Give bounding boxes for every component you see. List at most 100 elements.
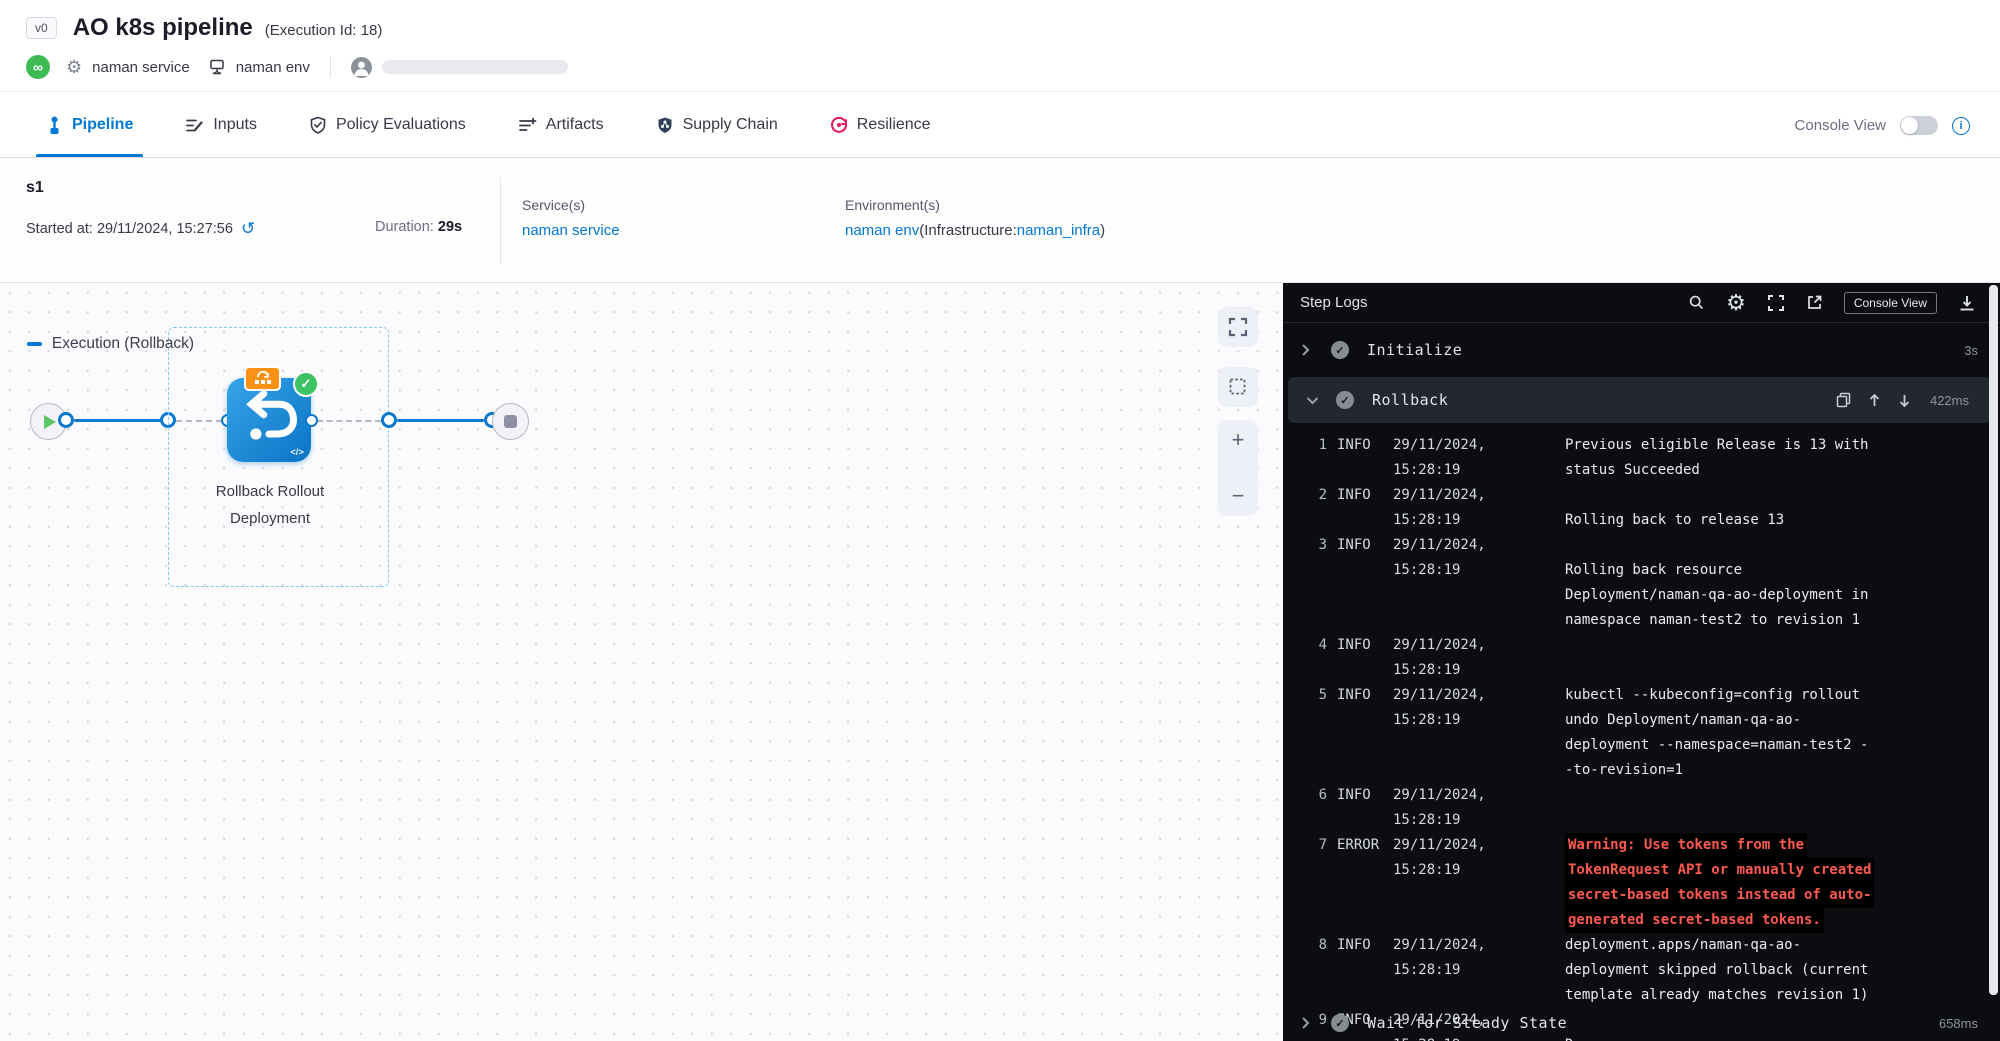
port [58,412,74,428]
log-entry: 8INFO29/11/2024, 15:28:19deployment.apps… [1283,933,1983,1008]
tab-label: Policy Evaluations [336,116,466,134]
tab-supply-chain[interactable]: Supply Chain [650,93,784,157]
log-entry: 2INFO29/11/2024, 15:28:19 Rolling back t… [1283,483,1983,533]
scroll-up-icon[interactable] [1868,393,1881,408]
console-view-button[interactable]: Console View [1844,292,1937,314]
tab-inputs[interactable]: Inputs [179,93,263,157]
gear-icon: ⚙ [66,57,82,78]
zoom-in-button[interactable]: + [1232,430,1245,450]
marquee-select-button[interactable] [1218,367,1258,407]
tab-label: Resilience [857,116,931,134]
user-avatar [351,57,372,78]
version-badge: v0 [26,17,57,39]
pipeline-icon [46,116,63,135]
edge-dashed [176,420,222,422]
step-name: Initialize [1367,341,1462,359]
header-title-row: v0 AO k8s pipeline (Execution Id: 18) [26,10,382,46]
services-block: Service(s) naman service [522,197,620,239]
step-logs-title: Step Logs [1300,294,1368,311]
chevron-down-icon[interactable] [1306,396,1320,405]
log-entry: 3INFO29/11/2024, 15:28:19 Rolling back r… [1283,533,1983,633]
chevron-right-icon[interactable] [1301,343,1315,357]
header-env-name[interactable]: naman env [236,59,310,76]
environment-link[interactable]: naman env(Infrastructure:naman_infra) [845,222,1105,239]
port [381,412,397,428]
page-title: AO k8s pipeline [73,14,253,42]
collapse-icon[interactable] [27,342,42,346]
port [305,414,318,427]
cd-module-icon: ∞ [26,55,50,79]
log-entry: 5INFO29/11/2024, 15:28:19kubectl --kubec… [1283,683,1983,783]
log-entries[interactable]: 1INFO29/11/2024, 15:28:19Previous eligib… [1283,433,1983,1041]
log-entry: 7ERROR29/11/2024, 15:28:19Warning: Use t… [1283,833,1983,933]
zoom-controls: + − [1218,420,1258,516]
stage-summary-bar: s1 Started at: 29/11/2024, 15:27:56 ↺ Du… [0,159,2000,283]
log-entry: 6INFO29/11/2024, 15:28:19 [1283,783,1983,833]
tab-resilience[interactable]: Resilience [824,93,937,157]
step-duration: 422ms [1930,393,1969,408]
service-link[interactable]: naman service [522,222,620,239]
open-in-new-icon[interactable] [1806,294,1823,311]
execution-history-icon[interactable]: ↺ [241,219,255,239]
edge-line [74,419,162,422]
code-glyph: </> [290,447,304,458]
step-duration: 658ms [1939,1016,1978,1031]
log-entry: 1INFO29/11/2024, 15:28:19Previous eligib… [1283,433,1983,483]
environment-icon [208,58,226,76]
log-entry: 4INFO29/11/2024, 15:28:19 [1283,633,1983,683]
execution-id: (Execution Id: 18) [265,22,383,39]
divider [330,56,331,78]
log-step-initialize[interactable]: ✓ Initialize 3s [1283,329,2000,371]
header-service-name[interactable]: naman service [92,59,190,76]
fit-view-button[interactable] [1218,307,1258,347]
step-logs-header: Step Logs ⚙ Console View [1283,283,2000,323]
log-scrollbar-thumb[interactable] [1989,285,1998,995]
play-icon [44,415,56,429]
info-icon[interactable]: i [1952,117,1970,135]
zoom-out-button[interactable]: − [1232,486,1245,506]
step-success-icon: ✓ [1336,391,1354,409]
stage-name: s1 [26,179,44,197]
console-view-label: Console View [1795,117,1886,134]
step-name: Wait for Steady State [1367,1014,1567,1032]
step-duration: 3s [1964,343,1978,358]
rollout-badge-icon [244,366,281,391]
search-icon[interactable] [1688,294,1705,311]
inputs-icon [185,116,204,135]
tab-artifacts[interactable]: Artifacts [512,93,610,157]
console-view-toggle[interactable] [1900,116,1938,135]
policy-shield-icon [309,116,327,135]
tab-label: Supply Chain [683,116,778,134]
environments-block: Environment(s) naman env(Infrastructure:… [845,197,1105,239]
tab-policy-evaluations[interactable]: Policy Evaluations [303,93,472,157]
step-logs-panel: Step Logs ⚙ Console View ✓ Initialize 3s… [1283,283,2000,1041]
pipeline-canvas[interactable]: Execution (Rollback) </> ✓ Rollback Roll… [0,283,1283,1041]
redacted-user-email [382,60,568,74]
log-step-wait-for-steady-state[interactable]: ✓ Wait for Steady State 658ms [1283,1005,2000,1041]
step-success-icon: ✓ [1331,341,1349,359]
environments-label: Environment(s) [845,197,1105,213]
copy-logs-icon[interactable] [1836,392,1851,408]
started-at: Started at: 29/11/2024, 15:27:56 ↺ [26,219,255,239]
step-node-label: Rollback Rollout Deployment [140,478,400,532]
tab-bar: Pipeline Inputs Policy Evaluations Artif… [0,93,2000,158]
toggle-knob [1901,117,1918,134]
scroll-down-icon[interactable] [1898,393,1911,408]
tab-pipeline[interactable]: Pipeline [40,93,139,157]
log-step-rollback[interactable]: ✓ Rollback 422ms [1288,377,1991,423]
step-name: Rollback [1372,391,1448,409]
download-icon[interactable] [1958,294,1976,312]
step-success-icon: ✓ [1331,1014,1349,1032]
resilience-icon [830,116,848,134]
tab-label: Artifacts [546,116,604,134]
supply-chain-shield-icon [656,116,674,135]
tab-label: Pipeline [72,116,133,134]
settings-gear-icon[interactable]: ⚙ [1726,290,1746,316]
artifacts-icon [518,116,537,135]
edge-line [397,419,484,422]
fullscreen-icon[interactable] [1767,294,1785,312]
app-header: v0 AO k8s pipeline (Execution Id: 18) ∞ … [0,0,2000,92]
chevron-right-icon[interactable] [1301,1016,1315,1030]
execution-group-label: Execution (Rollback) [0,335,221,353]
services-label: Service(s) [522,197,620,213]
